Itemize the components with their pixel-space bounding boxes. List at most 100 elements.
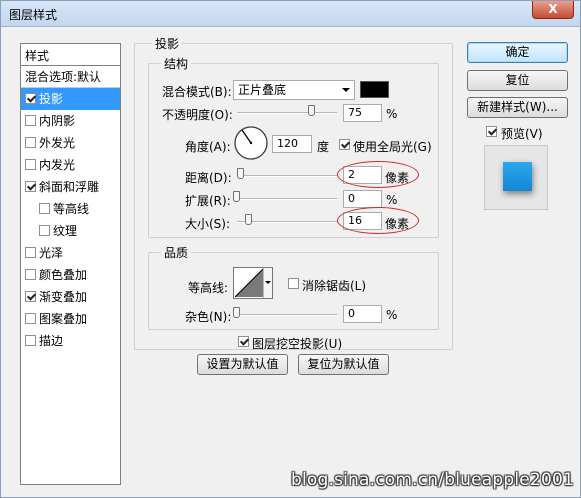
- styles-header[interactable]: 样式: [21, 44, 120, 66]
- style-item-label: 内阴影: [39, 114, 76, 128]
- blend-mode-value: 正片叠底: [238, 83, 287, 97]
- style-item[interactable]: 渐变叠加: [21, 286, 120, 308]
- style-item-label: 投影: [39, 92, 64, 106]
- distance-highlight-oval: [337, 161, 419, 188]
- spread-label: 扩展(R):: [185, 194, 231, 208]
- opacity-slider-thumb[interactable]: [308, 105, 315, 116]
- contour-dropdown-arrow[interactable]: [263, 268, 272, 298]
- style-item[interactable]: 光泽: [21, 242, 120, 264]
- structure-title: 结构: [161, 55, 192, 72]
- watermark-text: blog.sina.com.cn/blueapple2001: [290, 470, 574, 490]
- contour-picker[interactable]: [233, 267, 273, 299]
- style-item-label: 等高线: [53, 202, 90, 216]
- styles-list: 样式 混合选项:默认 投影内阴影外发光内发光斜面和浮雕等高线纹理光泽颜色叠加渐变…: [20, 43, 121, 485]
- blend-mode-label: 混合模式(B):: [162, 85, 232, 99]
- style-item-checkbox[interactable]: [25, 159, 36, 170]
- global-light-checkbox[interactable]: [339, 139, 350, 150]
- style-item[interactable]: 等高线: [21, 198, 120, 220]
- blend-options-item[interactable]: 混合选项:默认: [21, 66, 120, 88]
- spread-input[interactable]: 0: [343, 190, 382, 208]
- style-item[interactable]: 描边: [21, 330, 120, 352]
- style-item-checkbox[interactable]: [25, 247, 36, 258]
- angle-unit: 度: [317, 140, 330, 154]
- distance-slider[interactable]: [237, 175, 337, 177]
- chevron-down-icon: [342, 88, 350, 92]
- angle-dial[interactable]: [233, 125, 269, 161]
- contour-label: 等高线:: [188, 281, 229, 295]
- style-item-label: 光泽: [39, 246, 64, 260]
- angle-dial-icon: [234, 126, 268, 160]
- new-style-button[interactable]: 新建样式(W)...: [467, 97, 568, 118]
- distance-slider-thumb[interactable]: [237, 168, 244, 179]
- size-slider-thumb[interactable]: [245, 214, 252, 225]
- quality-title: 品质: [161, 244, 192, 261]
- opacity-input[interactable]: 75: [343, 104, 382, 122]
- size-slider[interactable]: [237, 221, 337, 223]
- angle-label: 角度(A):: [185, 140, 231, 154]
- drop-shadow-title: 投影: [152, 35, 183, 52]
- style-item-label: 内发光: [39, 158, 76, 172]
- knockout-label[interactable]: 图层挖空投影(U): [252, 335, 342, 352]
- style-item-checkbox[interactable]: [39, 203, 50, 214]
- style-preview-box: [484, 145, 548, 210]
- opacity-slider[interactable]: [237, 112, 337, 114]
- title-bar[interactable]: 图层样式 X: [1, 1, 580, 27]
- reset-button[interactable]: 复位: [467, 70, 568, 91]
- style-item[interactable]: 投影: [21, 88, 120, 110]
- noise-input[interactable]: 0: [343, 305, 382, 323]
- style-item[interactable]: 斜面和浮雕: [21, 176, 120, 198]
- spread-unit: %: [386, 193, 398, 207]
- spread-slider-thumb[interactable]: [233, 191, 240, 202]
- contour-linear-icon: [234, 268, 264, 298]
- style-item[interactable]: 图案叠加: [21, 308, 120, 330]
- preview-label[interactable]: 预览(V): [501, 125, 543, 142]
- style-item[interactable]: 纹理: [21, 220, 120, 242]
- size-highlight-oval: [337, 207, 419, 234]
- chevron-down-icon: [265, 281, 271, 284]
- angle-input[interactable]: 120: [272, 135, 312, 153]
- style-item[interactable]: 颜色叠加: [21, 264, 120, 286]
- style-item-checkbox[interactable]: [25, 291, 36, 302]
- style-item-label: 图案叠加: [39, 312, 88, 326]
- preview-checkbox[interactable]: [486, 126, 497, 137]
- blend-mode-select[interactable]: 正片叠底: [233, 80, 355, 100]
- anti-alias-checkbox[interactable]: [288, 278, 299, 289]
- style-item[interactable]: 内发光: [21, 154, 120, 176]
- noise-label: 杂色(N):: [185, 310, 232, 324]
- style-item-checkbox[interactable]: [39, 225, 50, 236]
- style-item-checkbox[interactable]: [25, 93, 36, 104]
- anti-alias-label[interactable]: 消除锯齿(L): [302, 277, 366, 294]
- style-item-label: 描边: [39, 334, 64, 348]
- style-item-checkbox[interactable]: [25, 115, 36, 126]
- opacity-unit: %: [386, 107, 398, 121]
- style-item-checkbox[interactable]: [25, 335, 36, 346]
- spread-slider[interactable]: [237, 198, 337, 200]
- global-light-label[interactable]: 使用全局光(G): [353, 138, 432, 155]
- window-title: 图层样式: [9, 8, 58, 22]
- noise-unit: %: [386, 308, 398, 322]
- style-item-checkbox[interactable]: [25, 313, 36, 324]
- make-default-button[interactable]: 设置为默认值: [197, 354, 288, 375]
- ok-button[interactable]: 确定: [467, 42, 568, 63]
- layer-style-dialog: 图层样式 X 样式 混合选项:默认 投影内阴影外发光内发光斜面和浮雕等高线纹理光…: [0, 0, 581, 498]
- shadow-color-swatch[interactable]: [360, 81, 389, 98]
- style-item-label: 渐变叠加: [39, 290, 88, 304]
- style-item-checkbox[interactable]: [25, 181, 36, 192]
- style-item-label: 颜色叠加: [39, 268, 88, 282]
- style-item[interactable]: 外发光: [21, 132, 120, 154]
- reset-default-button[interactable]: 复位为默认值: [298, 354, 389, 375]
- style-item-label: 斜面和浮雕: [39, 180, 100, 194]
- knockout-checkbox[interactable]: [238, 336, 249, 347]
- noise-slider[interactable]: [237, 314, 337, 316]
- distance-label: 距离(D):: [185, 171, 232, 185]
- style-item-label: 外发光: [39, 136, 76, 150]
- opacity-label: 不透明度(O):: [162, 108, 233, 122]
- close-button[interactable]: X: [532, 1, 574, 19]
- noise-slider-thumb[interactable]: [233, 307, 240, 318]
- size-label: 大小(S):: [185, 217, 231, 231]
- style-item[interactable]: 内阴影: [21, 110, 120, 132]
- style-item-checkbox[interactable]: [25, 269, 36, 280]
- style-item-checkbox[interactable]: [25, 137, 36, 148]
- style-preview-square: [503, 162, 532, 191]
- style-item-label: 纹理: [53, 224, 78, 238]
